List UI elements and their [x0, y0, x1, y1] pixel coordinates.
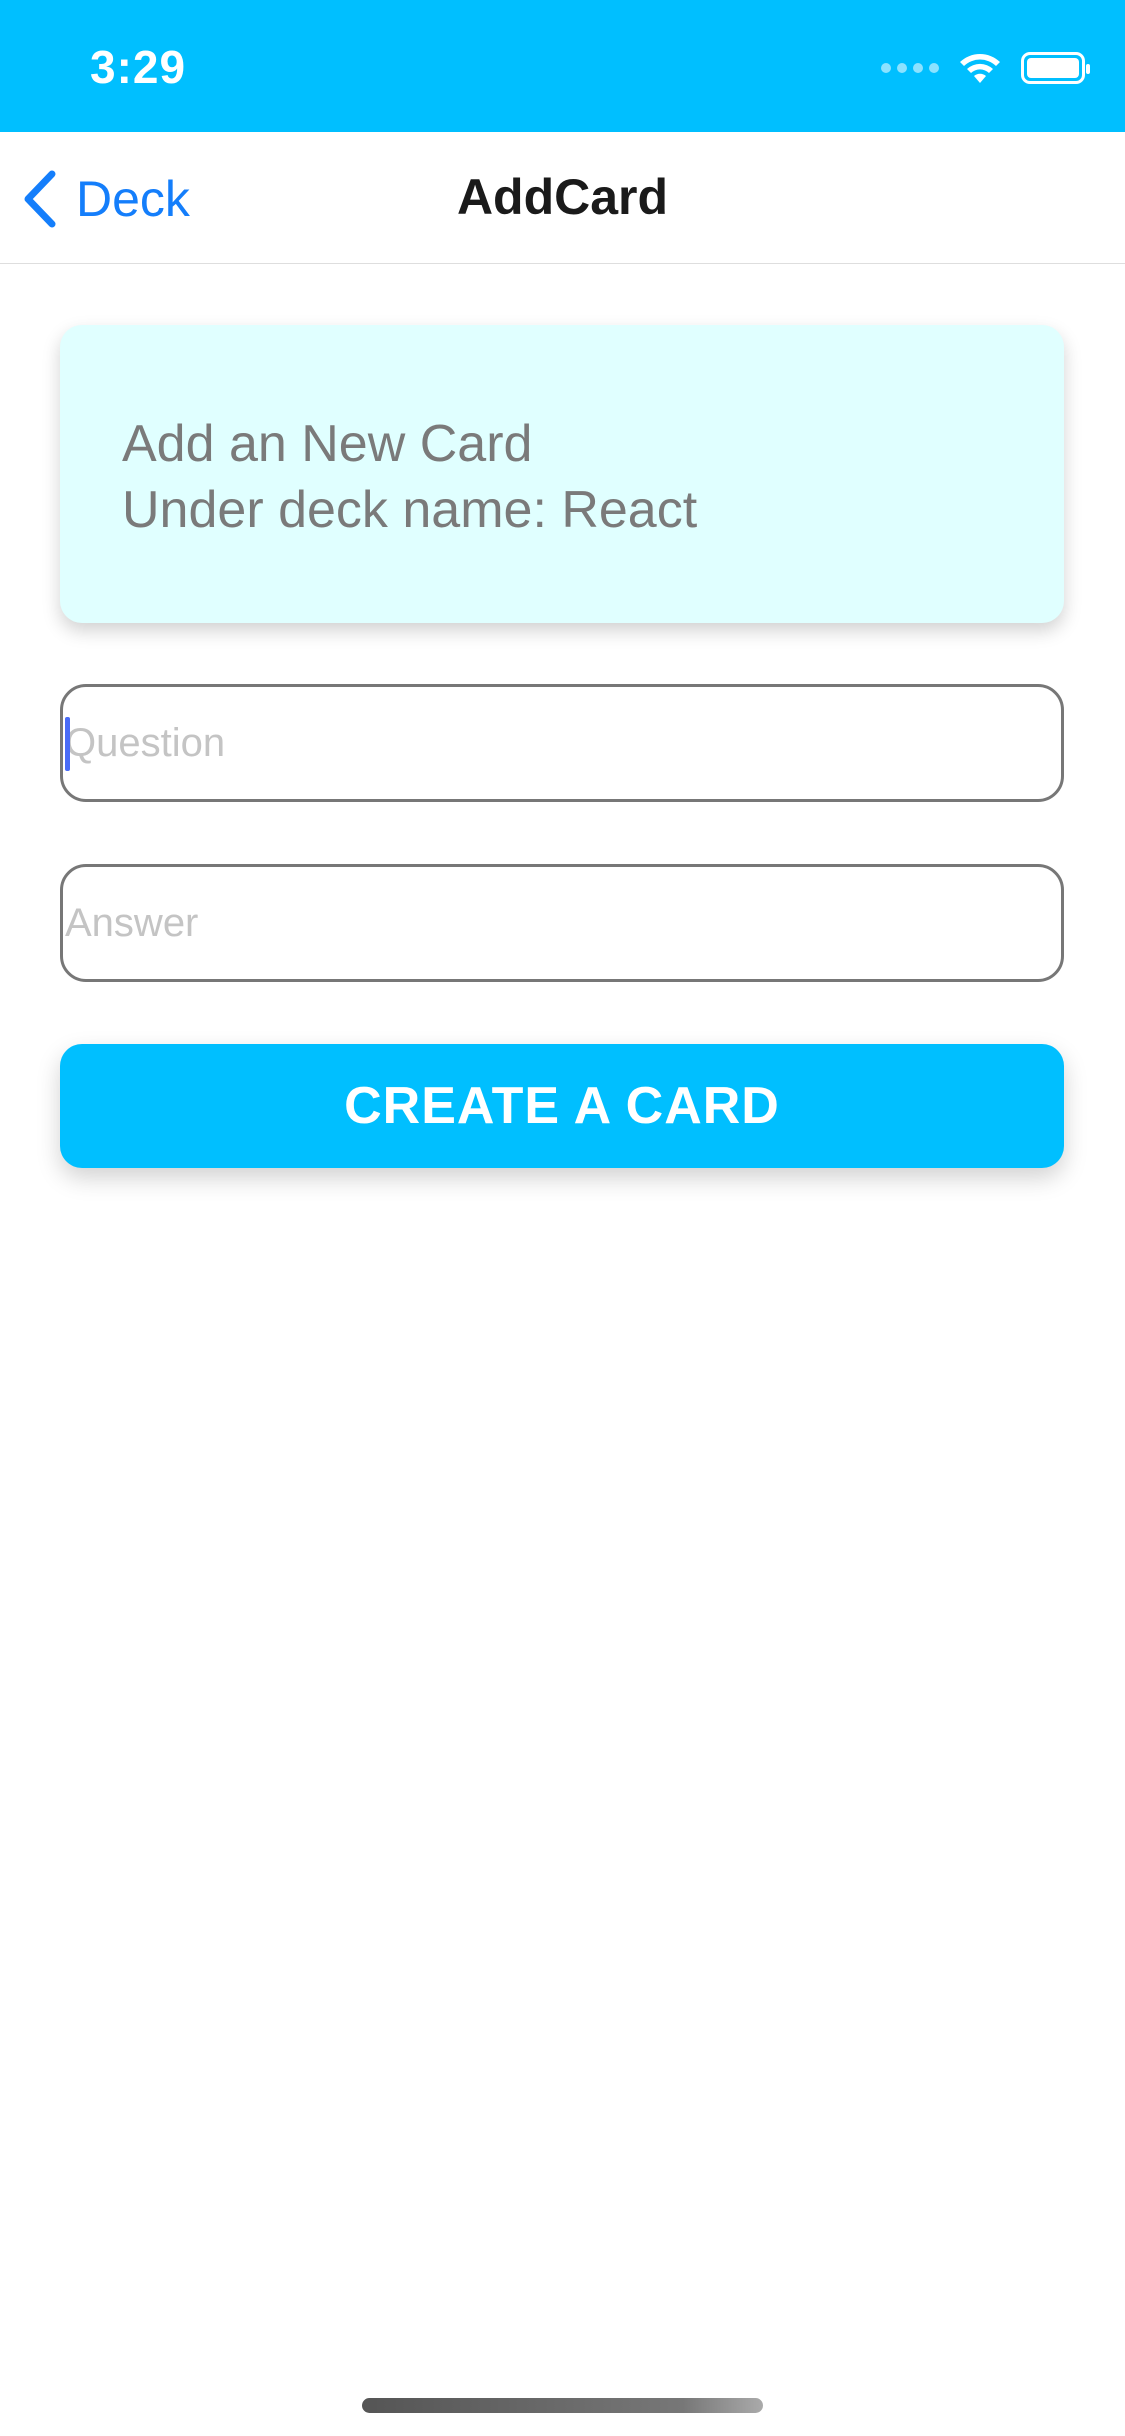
text-caret — [65, 717, 70, 771]
page-title: AddCard — [456, 169, 669, 225]
status-time: 3:29 — [90, 41, 187, 93]
answer-field[interactable] — [60, 864, 1064, 982]
info-card-heading: Add an New Card — [122, 415, 533, 473]
signal-dots-icon — [881, 63, 939, 73]
wifi-icon — [960, 54, 1000, 83]
battery-icon — [1021, 52, 1090, 84]
navigation-bar: Deck AddCard — [0, 132, 1125, 264]
status-bar: 3:29 — [0, 0, 1125, 132]
deck-info-card: Add an New Card Under deck name: React — [60, 325, 1064, 623]
status-icons — [881, 48, 1090, 88]
question-input[interactable] — [63, 687, 1061, 799]
info-card-deck-name: Under deck name: React — [122, 481, 698, 539]
question-field[interactable] — [60, 684, 1064, 802]
home-indicator[interactable] — [362, 2398, 763, 2413]
create-card-button[interactable]: CREATE A CARD — [60, 1044, 1064, 1168]
answer-input[interactable] — [63, 867, 1061, 979]
